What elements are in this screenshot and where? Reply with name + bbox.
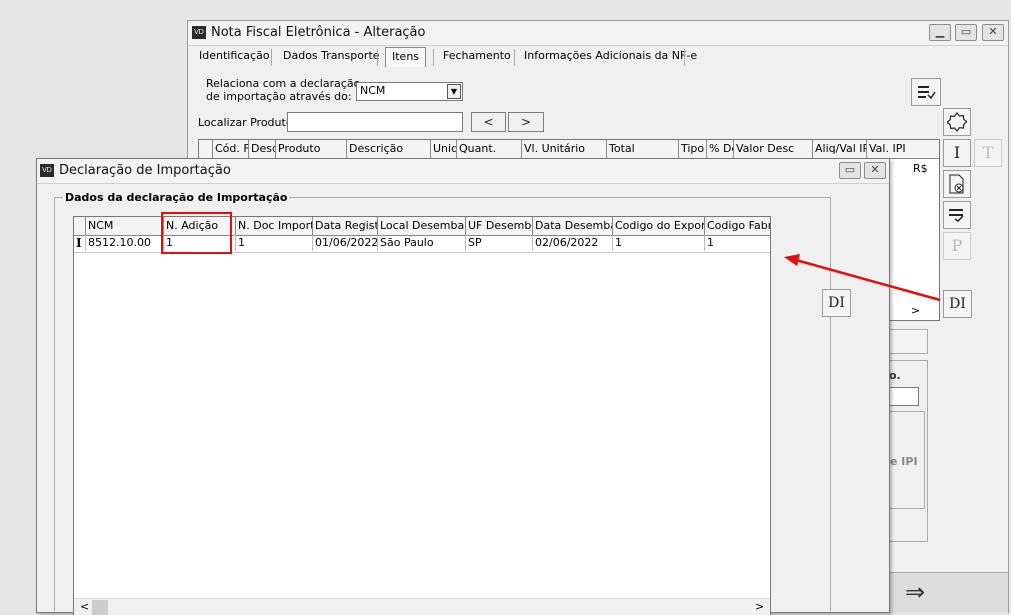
cell-n-doc-importacao[interactable]: 1 [236, 235, 313, 251]
group-title: Dados da declaração de Importação [63, 191, 290, 204]
chevron-right-icon[interactable]: > [911, 304, 920, 317]
p-button[interactable]: P [943, 232, 971, 260]
tab-dados-transporte[interactable]: Dados Transporte [277, 47, 386, 67]
scroll-left-button[interactable]: < [80, 600, 89, 613]
dialog-maximize-button[interactable]: ▭ [839, 162, 861, 179]
di-indicator-header [74, 217, 86, 235]
document-remove-icon[interactable] [943, 170, 971, 198]
next-button[interactable]: > [508, 112, 544, 132]
list-check-icon[interactable] [911, 78, 941, 106]
cell-uf-desembaraco[interactable]: SP [466, 235, 533, 251]
highlight-box [161, 212, 232, 254]
tab-separator [514, 49, 515, 66]
grid-col-header: Descrição [347, 140, 431, 158]
di-col-data-desembaraco: Data Desembaraço [533, 217, 613, 235]
di-dialog-button[interactable]: DI [822, 289, 851, 317]
arrow-right-icon[interactable]: ⇒ [905, 578, 925, 606]
grid-col-header: Aliq/Val IP [813, 140, 867, 158]
dialog-title: Declaração de Importação [59, 163, 231, 178]
relaciona-select-value: NCM [360, 84, 386, 97]
main-titlebar: VD Nota Fiscal Eletrônica - Alteração ▁ … [188, 21, 1008, 46]
grid-indicator-header [199, 140, 213, 158]
tab-separator [684, 49, 685, 66]
grid-col-header: Tipo [679, 140, 707, 158]
grid-col-header: Cód. F [213, 140, 249, 158]
tab-separator [433, 49, 434, 66]
cell-local-desembaraco[interactable]: São Paulo [378, 235, 466, 251]
grid-col-header: Produto [276, 140, 347, 158]
badge-icon[interactable] [943, 108, 971, 136]
di-side-button[interactable]: DI [943, 290, 972, 318]
tab-identificacao[interactable]: Identificação [193, 47, 276, 67]
items-grid-header: Cód. F Desd Produto Descrição Unid Quant… [199, 140, 939, 159]
grid-partial-value: R$ [913, 162, 928, 175]
dialog-close-button[interactable]: ✕ [864, 162, 886, 179]
partial-label-a: o. [889, 369, 901, 382]
right-partial-field [888, 329, 928, 354]
grid-col-header: Vl. Unitário [522, 140, 607, 158]
scroll-right-button[interactable]: > [755, 600, 764, 613]
list-edit-icon[interactable] [943, 201, 971, 229]
tab-fechamento[interactable]: Fechamento [437, 47, 517, 67]
di-col-ncm: NCM [86, 217, 164, 235]
app-logo-icon: VD [192, 26, 206, 39]
bottom-toolbar: ⇒ [888, 572, 1008, 613]
cell-data-desembaraco[interactable]: 02/06/2022 [533, 235, 613, 251]
partial-input[interactable] [889, 387, 919, 406]
di-col-codigo-fabricante: Codigo Fabricante [707, 219, 770, 232]
grid-col-header: Val. IPI [869, 142, 906, 155]
close-button[interactable]: ✕ [982, 24, 1004, 41]
tab-itens[interactable]: Itens [385, 47, 426, 67]
di-col-n-doc-importacao: N. Doc Importaçã [236, 217, 313, 235]
localizar-produto-input[interactable] [287, 112, 463, 132]
app-logo-icon: VD [40, 164, 54, 177]
cell-data-registro[interactable]: 01/06/2022 [313, 235, 378, 251]
grid-col-header: Valor Desc [734, 140, 813, 158]
di-col-data-registro: Data Registro [313, 217, 378, 235]
relaciona-label-line1: Relaciona com a declaração [206, 77, 361, 90]
maximize-button[interactable]: ▭ [955, 24, 977, 41]
grid-col-header: Desd [249, 140, 276, 158]
relaciona-select[interactable]: NCM ▼ [356, 82, 463, 101]
tab-separator [377, 49, 378, 66]
grid-col-header: Quant. [457, 140, 522, 158]
row-cursor-icon: I [74, 235, 86, 251]
cell-codigo-exportador[interactable]: 1 [613, 235, 705, 251]
grid-col-header: % De [707, 140, 734, 158]
previous-button[interactable]: < [471, 112, 506, 132]
di-grid[interactable]: NCM N. Adição N. Doc Importaçã Data Regi… [73, 216, 771, 615]
tab-separator [271, 49, 272, 66]
grid-col-header: Unid [431, 140, 457, 158]
cell-ncm[interactable]: 8512.10.00 [86, 235, 164, 251]
di-col-codigo-exportador: Codigo do Exportador [613, 217, 705, 235]
horizontal-scrollbar[interactable]: < > [74, 598, 770, 615]
main-window-title: Nota Fiscal Eletrônica - Alteração [211, 25, 426, 40]
cell-codigo-fabricante[interactable]: 1 [705, 235, 770, 251]
dialog-titlebar: VD Declaração de Importação ▭ ✕ [37, 159, 889, 184]
italic-i-button[interactable]: I [943, 139, 971, 167]
partial-inner-box: e IPI [889, 411, 925, 509]
tab-informacoes-adicionais[interactable]: Informações Adicionais da NF-e [518, 47, 703, 67]
relaciona-label-line2: de importação através do: [206, 90, 352, 103]
grid-col-header: Total [607, 140, 679, 158]
chevron-down-icon[interactable]: ▼ [447, 84, 461, 99]
t-button[interactable]: T [974, 139, 1002, 167]
minimize-button[interactable]: ▁ [929, 24, 951, 41]
localizar-produto-label: Localizar Produto [198, 116, 293, 129]
partial-label-b: e IPI [890, 455, 918, 468]
di-col-uf-desembaraco: UF Desembaraço [466, 217, 533, 235]
right-partial-group: o. e IPI [888, 360, 928, 542]
di-col-local-desembaraco: Local Desembaraço [378, 217, 466, 235]
